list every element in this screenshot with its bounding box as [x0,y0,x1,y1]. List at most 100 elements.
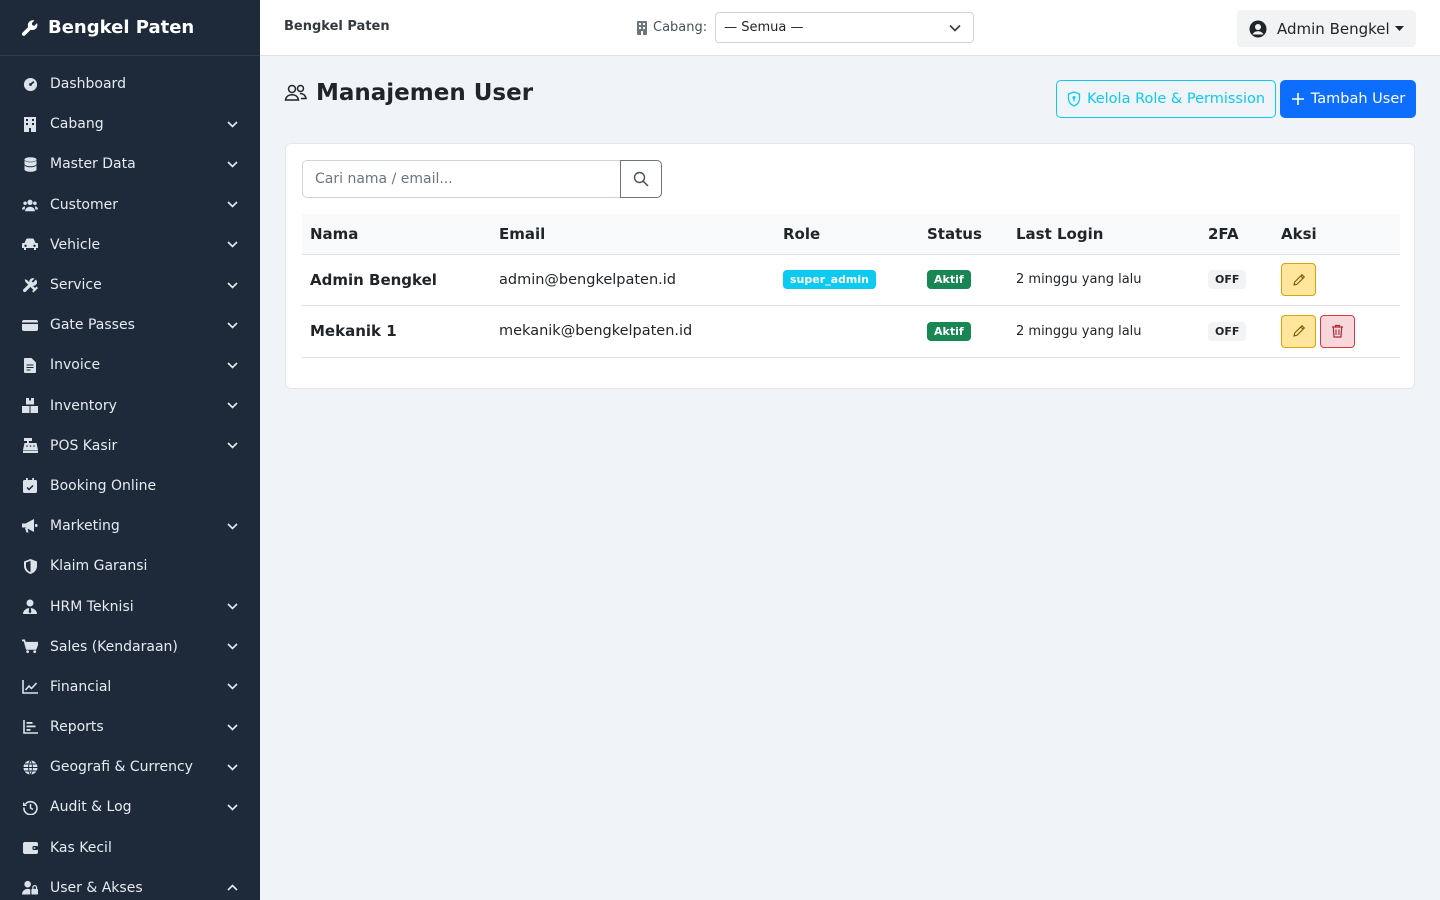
sidebar-item-financial[interactable]: Financial [0,667,260,707]
table-row: Mekanik 1 mekanik@bengkelpaten.id Aktif 2 m… [302,306,1400,358]
sidebar-item-customer[interactable]: Customer [0,185,260,225]
shield-icon [1067,91,1081,107]
gauge-icon [22,76,38,92]
edit-user-button[interactable] [1281,314,1316,348]
sidebar-item-marketing[interactable]: Marketing [0,506,260,546]
caret-down-icon [1395,25,1404,31]
page-heading: Manajemen User [284,80,533,106]
sidebar-item-vehicle[interactable]: Vehicle [0,225,260,265]
chevron-down-icon [226,681,238,693]
wallet-icon [22,840,38,856]
user-last-login-cell: 2 minggu yang lalu [1016,323,1142,339]
manage-roles-button[interactable]: Kelola Role & Permission [1056,80,1276,118]
line-chart-icon [22,679,38,695]
branch-label: Cabang: [653,20,708,35]
chevron-down-icon [226,641,238,653]
globe-icon [22,759,38,775]
sidebar-item-label: Invoice [50,357,101,374]
file-invoice-icon [22,357,38,373]
sidebar: Bengkel Paten Dashboard Cabang Master Data… [0,0,260,900]
2fa-badge: OFF [1208,270,1247,290]
boxes-icon [22,398,38,414]
users-icon [22,197,38,213]
cart-icon [22,639,38,655]
sidebar-item-inventory[interactable]: Inventory [0,386,260,426]
user-role-cell: super_admin [775,254,919,306]
users-table: Nama Email Role Status Last Login 2FA Ak… [302,214,1400,358]
building-icon [22,116,38,132]
sidebar-item-dashboard[interactable]: Dashboard [0,64,260,104]
header-email[interactable]: Email [491,214,775,254]
sidebar-item-pos-kasir[interactable]: POS Kasir [0,426,260,466]
sidebar-item-audit-log[interactable]: Audit & Log [0,787,260,827]
sidebar-item-label: Kas Kecil [50,839,112,856]
sidebar-item-label: POS Kasir [50,437,118,454]
header-last-login[interactable]: Last Login [1008,214,1200,254]
user-status-cell: Aktif [919,306,1008,358]
search-button[interactable] [620,160,662,198]
user-2fa-cell: OFF [1200,254,1273,306]
branch-select[interactable]: — Semua — [715,12,975,43]
branch-filter: Cabang: — Semua — [636,12,975,43]
user-circle-icon [1249,20,1267,37]
user-actions-cell [1273,306,1400,358]
sidebar-item-label: Customer [50,196,119,213]
sidebar-item-gate-passes[interactable]: Gate Passes [0,305,260,345]
bullhorn-icon [22,518,38,534]
sidebar-item-label: Audit & Log [50,799,132,816]
sidebar-item-hrm-teknisi[interactable]: HRM Teknisi [0,586,260,626]
add-user-button[interactable]: Tambah User [1280,80,1416,118]
sidebar-item-label: Gate Passes [50,317,135,334]
header-name[interactable]: Nama [302,214,491,254]
sidebar-item-label: Cabang [50,116,104,133]
branch-select-value: — Semua — [724,20,804,35]
sidebar-item-geografi-currency[interactable]: Geografi & Currency [0,747,260,787]
status-badge: Aktif [927,321,971,341]
sidebar-item-service[interactable]: Service [0,265,260,305]
chevron-down-icon [226,721,238,733]
chevron-down-icon [226,118,238,130]
user-lock-icon [22,880,38,896]
plus-icon [1291,93,1304,105]
chevron-down-icon [226,761,238,773]
history-icon [22,799,38,815]
search-input[interactable] [302,160,620,198]
header-2fa[interactable]: 2FA [1200,214,1273,254]
tools-icon [22,277,38,293]
sidebar-item-label: Master Data [50,156,136,173]
chevron-down-icon [226,319,238,331]
header-role[interactable]: Role [775,214,919,254]
sidebar-item-label: Sales (Kendaraan) [50,638,178,655]
users-card: Nama Email Role Status Last Login 2FA Ak… [285,143,1415,389]
user-actions-cell [1273,254,1400,306]
edit-user-button[interactable] [1281,263,1316,297]
sidebar-item-label: User & Akses [50,879,143,896]
trash-icon [1332,325,1343,338]
chevron-down-icon [226,239,238,251]
chevron-down-icon [226,520,238,532]
chevron-down-icon [226,359,238,371]
user-menu-button[interactable]: Admin Bengkel [1237,10,1416,47]
manage-roles-label: Kelola Role & Permission [1086,91,1266,107]
sidebar-item-master-data[interactable]: Master Data [0,144,260,184]
brand[interactable]: Bengkel Paten [0,0,260,56]
bar-chart-icon [22,719,38,735]
sidebar-item-label: Booking Online [50,477,157,494]
search-icon [633,171,649,187]
sidebar-item-reports[interactable]: Reports [0,707,260,747]
user-name-cell: Admin Bengkel [310,270,437,289]
users-icon [284,84,307,101]
sidebar-item-sales-kendaraan[interactable]: Sales (Kendaraan) [0,627,260,667]
delete-user-button[interactable] [1320,314,1355,348]
sidebar-item-klaim-garansi[interactable]: Klaim Garansi [0,546,260,586]
cash-register-icon [22,438,38,454]
id-card-icon [22,317,38,333]
header-status[interactable]: Status [919,214,1008,254]
sidebar-item-invoice[interactable]: Invoice [0,345,260,385]
chevron-down-icon [949,24,961,32]
sidebar-item-cabang[interactable]: Cabang [0,104,260,144]
sidebar-item-booking-online[interactable]: Booking Online [0,466,260,506]
brand-name: Bengkel Paten [48,17,195,38]
sidebar-item-user-akses[interactable]: User & Akses [0,868,260,900]
sidebar-item-kas-kecil[interactable]: Kas Kecil [0,828,260,868]
